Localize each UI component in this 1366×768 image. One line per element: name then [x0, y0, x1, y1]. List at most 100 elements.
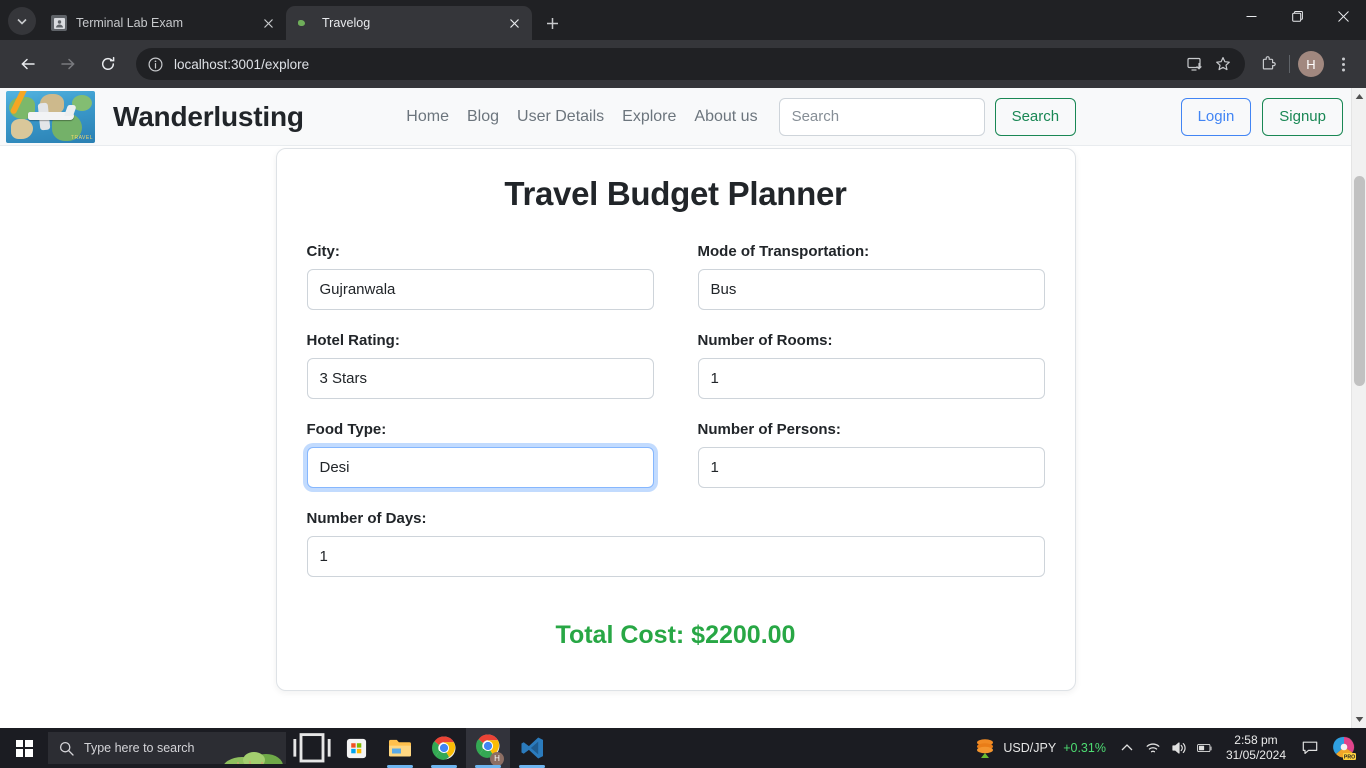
volume-button[interactable] [1166, 728, 1192, 768]
browser-window-chrome: Terminal Lab Exam Travelog localhost:300… [0, 0, 1366, 88]
chrome-icon [432, 736, 456, 760]
info-circle-icon[interactable] [146, 55, 164, 73]
coins-icon [977, 739, 994, 758]
nav-link-home[interactable]: Home [397, 108, 458, 126]
toolbar-divider [1289, 55, 1290, 73]
battery-button[interactable] [1192, 728, 1218, 768]
clock[interactable]: 2:58 pm 31/05/2024 [1218, 733, 1294, 763]
google-chrome-profile-h-button[interactable]: H [466, 728, 510, 768]
forward-button[interactable] [53, 49, 83, 79]
page-title: Travel Budget Planner [504, 175, 847, 212]
search-input[interactable] [778, 97, 985, 136]
field-number-of-persons: Number of Persons: [676, 421, 1045, 488]
page-viewport: TRAVEL Wanderlusting Home Blog User Deta… [0, 88, 1366, 728]
new-tab-button[interactable] [538, 9, 566, 37]
nav-links: Home Blog User Details Explore About us … [397, 97, 1077, 136]
scroll-up-arrow-icon[interactable] [1352, 88, 1366, 105]
file-explorer-button[interactable] [378, 728, 422, 768]
page-content: TRAVEL Wanderlusting Home Blog User Deta… [0, 88, 1351, 728]
google-chrome-button[interactable] [422, 728, 466, 768]
close-icon[interactable] [258, 13, 278, 33]
reload-button[interactable] [93, 49, 123, 79]
mode-of-transportation-input[interactable] [697, 269, 1045, 310]
bookmark-star-icon[interactable] [1209, 50, 1237, 78]
back-button[interactable] [13, 49, 43, 79]
notifications-button[interactable] [1294, 740, 1326, 756]
nav-link-blog[interactable]: Blog [458, 108, 508, 126]
travel-budget-planner-card: Travel Budget Planner City: Mode of Tran… [275, 148, 1076, 691]
scroll-down-arrow-icon[interactable] [1352, 711, 1366, 728]
window-minimize-button[interactable] [1228, 0, 1274, 32]
task-view-icon [293, 733, 331, 763]
generic-page-icon [51, 15, 67, 31]
field-label-city: City: [306, 243, 340, 260]
profile-avatar[interactable]: H [1298, 51, 1324, 77]
visual-studio-code-button[interactable] [510, 728, 554, 768]
wifi-icon [1146, 743, 1160, 753]
login-button[interactable]: Login [1180, 97, 1252, 136]
signup-button[interactable]: Signup [1262, 97, 1343, 136]
address-bar[interactable]: localhost:3001/explore [136, 48, 1245, 80]
field-label-number-of-rooms: Number of Rooms: [697, 332, 833, 349]
browser-toolbar: localhost:3001/explore H [0, 40, 1366, 88]
tab-title: Terminal Lab Exam [76, 16, 183, 30]
food-type-input[interactable] [306, 447, 654, 488]
nav-link-explore[interactable]: Explore [613, 108, 685, 126]
field-city: City: [306, 243, 676, 310]
field-label-number-of-persons: Number of Persons: [697, 421, 841, 438]
total-cost-text: Total Cost: $2200.00 [555, 621, 796, 649]
field-label-number-of-days: Number of Days: [306, 510, 427, 527]
travelog-map-icon [297, 15, 313, 31]
system-tray: USD/JPY +0.31% 2:58 pm 31/05/2024 PRO [966, 728, 1366, 768]
chevron-up-icon [1121, 744, 1133, 751]
field-number-of-rooms: Number of Rooms: [676, 332, 1045, 399]
tab-search-button[interactable] [8, 7, 36, 35]
logo-watermark: TRAVEL [70, 134, 93, 141]
windows-logo-icon [15, 739, 33, 757]
browser-tab-travelog[interactable]: Travelog [286, 6, 532, 40]
taskbar-search-box[interactable]: Type here to search [48, 732, 286, 764]
page-scrollbar[interactable] [1351, 88, 1366, 728]
window-close-button[interactable] [1320, 0, 1366, 32]
number-of-persons-input[interactable] [697, 447, 1045, 488]
svg-text:PRO: PRO [1344, 754, 1355, 760]
extensions-puzzle-icon[interactable] [1253, 49, 1283, 79]
field-number-of-days: Number of Days: [306, 510, 1045, 577]
nav-link-about-us[interactable]: About us [685, 108, 766, 126]
start-button[interactable] [0, 728, 48, 768]
auth-buttons: Login Signup [1170, 97, 1343, 136]
search-button[interactable]: Search [994, 97, 1077, 136]
address-bar-url: localhost:3001/explore [174, 56, 310, 72]
profile-badge-avatar: H [490, 751, 504, 766]
brand[interactable]: TRAVEL Wanderlusting [6, 90, 304, 143]
world-map-airplane-logo: TRAVEL [6, 90, 95, 143]
scrollbar-thumb[interactable] [1354, 176, 1365, 386]
close-icon[interactable] [504, 13, 524, 33]
number-of-rooms-input[interactable] [697, 358, 1045, 399]
chrome-menu-icon[interactable] [1328, 49, 1358, 79]
field-label-hotel-rating: Hotel Rating: [306, 332, 400, 349]
nav-link-user-details[interactable]: User Details [508, 108, 613, 126]
stock-change: +0.31% [1063, 741, 1106, 755]
task-view-button[interactable] [290, 728, 334, 768]
stock-symbol: USD/JPY [1003, 741, 1057, 755]
city-input[interactable] [306, 269, 654, 310]
file-explorer-icon [389, 739, 411, 757]
speaker-icon [1172, 742, 1186, 754]
hotel-rating-input[interactable] [306, 358, 654, 399]
field-mode-of-transportation: Mode of Transportation: [676, 243, 1045, 310]
stocks-widget[interactable]: USD/JPY +0.31% [966, 737, 1114, 759]
microsoft-store-button[interactable] [334, 728, 378, 768]
network-button[interactable] [1140, 728, 1166, 768]
chat-bubble-icon [1302, 741, 1318, 754]
pro-app-tray-icon[interactable]: PRO [1331, 735, 1357, 761]
number-of-days-input[interactable] [306, 536, 1045, 577]
planner-form: City: Mode of Transportation: Hotel Rati… [306, 243, 1045, 599]
window-maximize-button[interactable] [1274, 0, 1320, 32]
brand-name: Wanderlusting [113, 100, 304, 132]
browser-tab-terminal-lab-exam[interactable]: Terminal Lab Exam [40, 6, 286, 40]
vscode-icon [521, 737, 543, 759]
show-hidden-icons-button[interactable] [1114, 728, 1140, 768]
install-app-icon[interactable] [1181, 50, 1209, 78]
search-icon [48, 741, 84, 756]
